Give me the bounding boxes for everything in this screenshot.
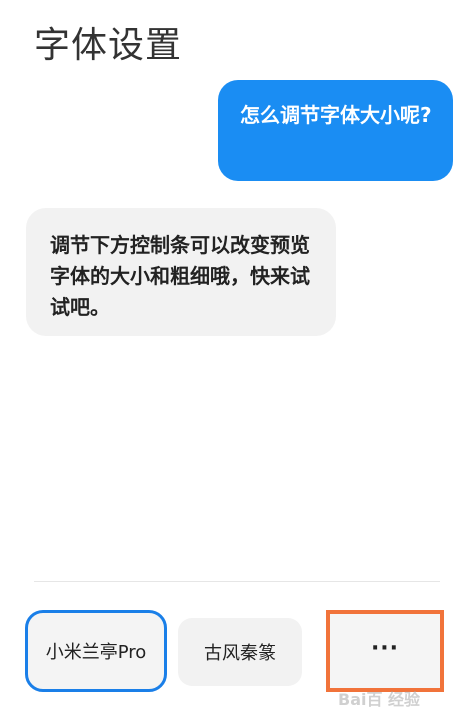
page-title: 字体设置 (34, 25, 183, 66)
font-settings-page: 字体设置 怎么调节字体大小呢? 调节下方控制条可以改变预览字体的大小和粗细哦，快… (0, 0, 475, 714)
font-option-label: 古风秦篆 (204, 643, 276, 664)
font-option-label: 小米兰亭Pro (45, 642, 147, 663)
user-chat-bubble: 怎么调节字体大小呢? (218, 80, 453, 181)
reply-chat-bubble: 调节下方控制条可以改变预览字体的大小和粗细哦，快来试试吧。 (26, 208, 336, 336)
watermark: Bai百 经验 (338, 690, 421, 709)
more-fonts-button[interactable]: ··· (326, 610, 444, 692)
more-icon: ··· (370, 636, 400, 661)
font-option-gufeng-qinzhuan[interactable]: 古风秦篆 (178, 618, 302, 686)
divider (34, 581, 440, 582)
font-option-xiaomi-lanting-pro[interactable]: 小米兰亭Pro (25, 610, 167, 692)
